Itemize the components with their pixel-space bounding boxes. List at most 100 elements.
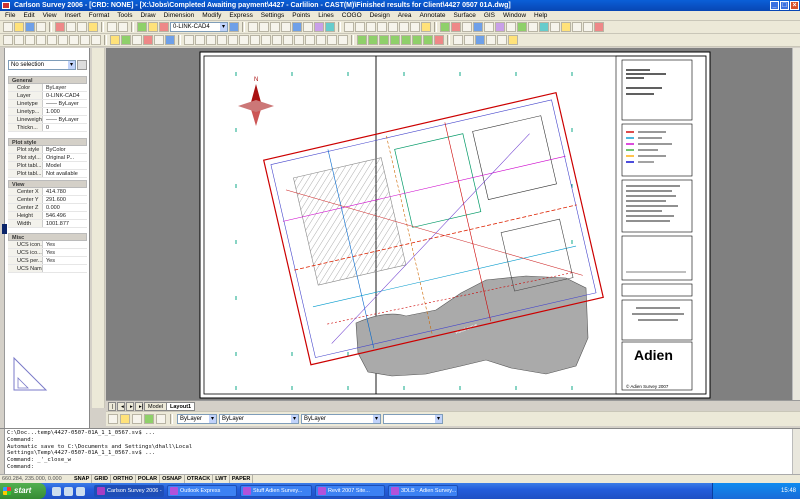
menu-view[interactable]: View [40, 11, 60, 20]
menu-tools[interactable]: Tools [114, 11, 135, 20]
grid-toggle[interactable]: GRID [92, 475, 112, 483]
style-plot-icon[interactable] [486, 35, 496, 45]
region-icon[interactable] [154, 35, 164, 45]
menu-express[interactable]: Express [226, 11, 255, 20]
osnap-toggle[interactable]: OSNAP [160, 475, 185, 483]
drawing-canvas[interactable]: Adien © Adien Survey 2007 N Road curve [106, 48, 800, 400]
erase-side-icon[interactable] [93, 52, 103, 61]
point-draw-icon[interactable] [132, 35, 142, 45]
menu-points[interactable]: Points [289, 11, 313, 20]
property-row[interactable]: Center X 414.780 [8, 188, 87, 196]
trim-side-icon[interactable] [93, 206, 103, 215]
plotstyle-combo[interactable] [383, 414, 443, 424]
circle-side-icon[interactable] [93, 110, 103, 119]
menu-area[interactable]: Area [395, 11, 415, 20]
menu-format[interactable]: Format [86, 11, 113, 20]
tab-prev-arrow[interactable]: ◂ [117, 402, 125, 411]
menu-design[interactable]: Design [367, 11, 393, 20]
menu-edit[interactable]: Edit [20, 11, 37, 20]
property-value[interactable]: ByLayer [42, 84, 87, 91]
menu-window[interactable]: Window [500, 11, 529, 20]
point-side-icon[interactable] [93, 170, 103, 179]
zoom-scale-icon[interactable] [399, 22, 409, 32]
polar-toggle[interactable]: POLAR [136, 475, 161, 483]
property-row[interactable]: Height 546.496 [8, 212, 87, 220]
taskbar-item-3dlb[interactable]: 3DLB - Adien Survey... [388, 485, 458, 497]
break-icon[interactable] [305, 35, 315, 45]
cross-side-icon[interactable] [93, 86, 103, 95]
start-button[interactable]: start [0, 483, 46, 499]
match-properties-icon[interactable] [88, 22, 98, 32]
style-text-icon[interactable] [453, 35, 463, 45]
menu-file[interactable]: File [2, 11, 18, 20]
inquiry-icon[interactable] [506, 22, 516, 32]
polygon-side-icon[interactable] [93, 134, 103, 143]
circle-icon[interactable] [69, 35, 79, 45]
property-value[interactable]: 1001.877 [42, 220, 87, 227]
save-icon[interactable] [25, 22, 35, 32]
layer-freeze-icon[interactable] [159, 22, 169, 32]
menu-annotate[interactable]: Annotate [416, 11, 448, 20]
menu-cogo[interactable]: COGO [339, 11, 365, 20]
property-value[interactable]: Yes [42, 257, 87, 264]
ellipse-icon[interactable] [91, 35, 101, 45]
spline-icon[interactable] [80, 35, 90, 45]
property-value[interactable]: Original P... [42, 154, 87, 161]
design-center-icon[interactable] [314, 22, 324, 32]
zoom-in-icon[interactable] [344, 22, 354, 32]
menu-draw[interactable]: Draw [137, 11, 158, 20]
rect-side-icon[interactable] [93, 98, 103, 107]
property-row[interactable]: Lineweight —— ByLayer [8, 116, 87, 124]
cut-icon[interactable] [55, 22, 65, 32]
zoom-extents-icon[interactable] [292, 22, 302, 32]
new-icon[interactable] [3, 22, 13, 32]
print-icon[interactable] [36, 22, 46, 32]
property-row[interactable]: Linetyp... 1.000 [8, 108, 87, 116]
fillet-icon[interactable] [327, 35, 337, 45]
section-header[interactable]: General [8, 76, 87, 84]
menu-gis[interactable]: GIS [481, 11, 498, 20]
carlson-app-icon[interactable] [2, 2, 10, 9]
line-side-icon[interactable] [93, 62, 103, 71]
paste-icon[interactable] [77, 22, 87, 32]
insert-block-icon[interactable] [110, 35, 120, 45]
chamfer-icon[interactable] [316, 35, 326, 45]
property-row[interactable]: UCS Name [8, 265, 87, 273]
property-value[interactable]: Model [42, 162, 87, 169]
quick-launch-icon[interactable] [76, 486, 85, 496]
mtext-icon[interactable] [165, 35, 175, 45]
snap-intersection-icon[interactable] [379, 35, 389, 45]
section-header[interactable]: View [8, 180, 87, 188]
snap-endpoint-icon[interactable] [357, 35, 367, 45]
polyline-icon[interactable] [462, 22, 472, 32]
layer-combo[interactable]: 0-LINK-CAD4 [170, 22, 228, 32]
area-icon[interactable] [594, 22, 604, 32]
property-value[interactable]: —— ByLayer [42, 100, 87, 107]
taskbar-item-folder[interactable]: Stuff Adien Survey... [240, 485, 312, 497]
zoom-out-icon[interactable] [355, 22, 365, 32]
style-dim-icon[interactable] [464, 35, 474, 45]
stretch-icon[interactable] [272, 35, 282, 45]
zoom-realtime-icon[interactable] [259, 22, 269, 32]
block-icon[interactable] [495, 22, 505, 32]
trim-icon[interactable] [283, 35, 293, 45]
command-grip[interactable] [0, 429, 5, 474]
tab-layout1[interactable]: Layout1 [166, 402, 196, 411]
selection-dropdown[interactable]: No selection [8, 60, 76, 70]
quick-select-button[interactable] [77, 60, 87, 70]
layer-tool-icon[interactable] [137, 22, 147, 32]
property-row[interactable]: Plot tabl... Model [8, 162, 87, 170]
traverse-icon[interactable] [528, 22, 538, 32]
polyline-draw-icon[interactable] [25, 35, 35, 45]
close-button[interactable]: × [790, 1, 799, 10]
property-value[interactable]: 0.000 [42, 204, 87, 211]
layer-lock-icon[interactable] [132, 414, 142, 424]
property-value[interactable]: Yes [42, 241, 87, 248]
polygon-icon[interactable] [36, 35, 46, 45]
property-value[interactable]: 0-LINK-CAD4 [42, 92, 87, 99]
layer-previous-icon[interactable] [229, 22, 239, 32]
survey-tool-icon[interactable] [517, 22, 527, 32]
property-row[interactable]: Plot style ByColor [8, 146, 87, 154]
zoom-all-icon[interactable] [366, 22, 376, 32]
arc-side-icon[interactable] [93, 122, 103, 131]
